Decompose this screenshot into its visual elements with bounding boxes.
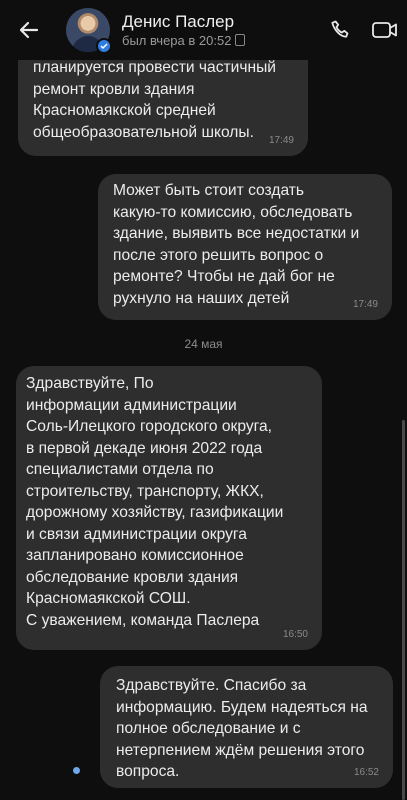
message-outgoing[interactable]: Может быть стоит создать какую-то комисс… bbox=[98, 174, 392, 320]
message-text: Здравствуйте, По информации администраци… bbox=[26, 375, 284, 629]
message-time: 17:49 bbox=[352, 298, 378, 310]
back-arrow-icon bbox=[19, 21, 39, 39]
message-time: 17:49 bbox=[268, 134, 294, 146]
device-icon bbox=[235, 34, 246, 46]
last-seen-row: был вчера в 20:52 bbox=[122, 32, 319, 49]
message-text: Может быть стоит создать какую-то комисс… bbox=[113, 182, 360, 307]
chat-header: Денис Паслер был вчера в 20:52 bbox=[0, 0, 407, 60]
video-call-button[interactable] bbox=[363, 0, 407, 60]
video-call-icon bbox=[372, 22, 397, 38]
phone-icon bbox=[331, 20, 349, 38]
contact-info[interactable]: Денис Паслер был вчера в 20:52 bbox=[122, 12, 319, 49]
message-text: Здравствуйте. Спасибо за информацию. Буд… bbox=[116, 677, 368, 780]
message-outgoing[interactable]: Здравствуйте. Спасибо за информацию. Буд… bbox=[100, 666, 393, 788]
message-time: 16:50 bbox=[282, 628, 308, 640]
message-time: 16:52 bbox=[353, 766, 379, 778]
verified-badge-icon bbox=[96, 38, 112, 54]
date-separator: 24 мая bbox=[184, 337, 223, 351]
message-text: планируется провести частичный ремонт кр… bbox=[33, 59, 277, 141]
contact-name: Денис Паслер bbox=[122, 11, 235, 31]
unread-indicator bbox=[73, 767, 80, 774]
back-button[interactable] bbox=[0, 0, 58, 60]
message-incoming[interactable]: Здравствуйте, По информации администраци… bbox=[16, 366, 322, 650]
contact-avatar[interactable] bbox=[66, 8, 112, 54]
call-button[interactable] bbox=[319, 0, 363, 60]
scrollbar[interactable] bbox=[402, 420, 405, 800]
last-seen-status: был вчера в 20:52 bbox=[122, 32, 232, 48]
